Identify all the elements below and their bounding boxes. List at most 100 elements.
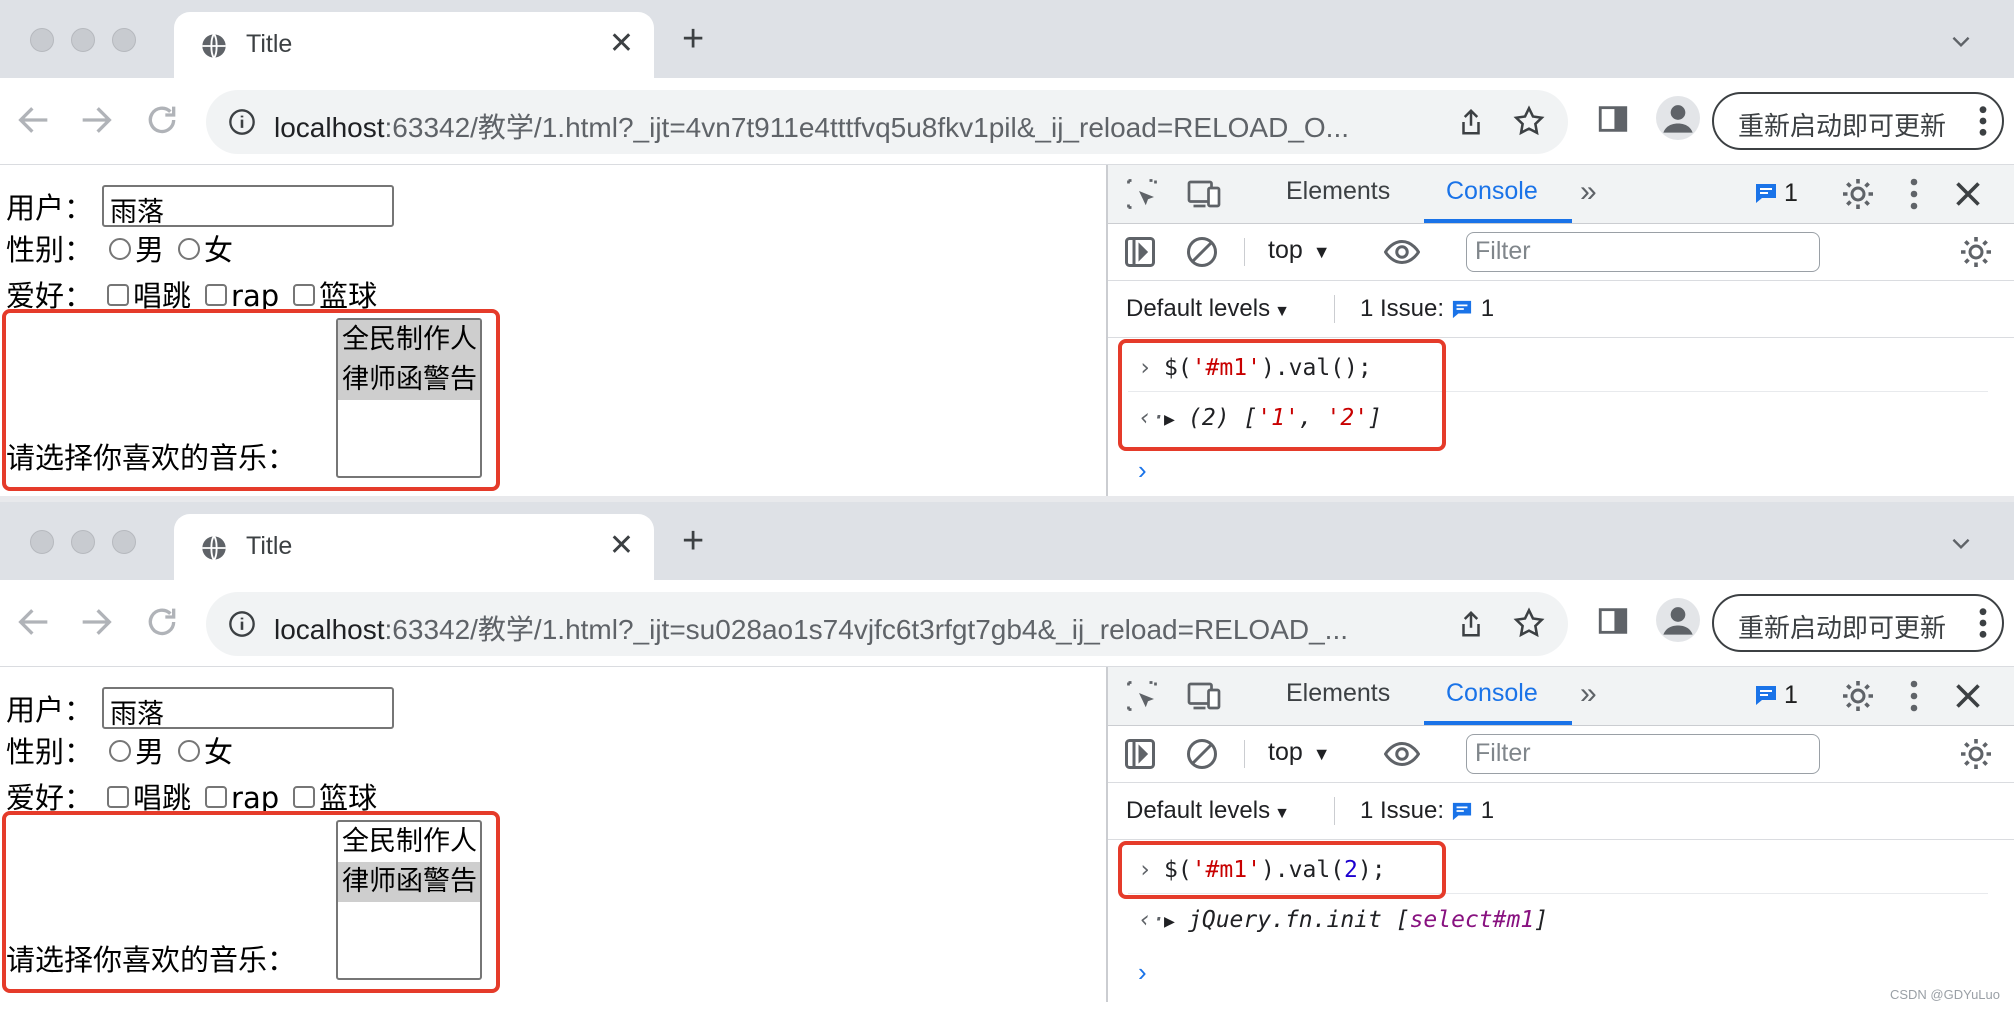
url-text[interactable]: localhost:63342/教学/1.html?_ijt=4vn7t911e… <box>274 106 1424 146</box>
gender-radio-male[interactable] <box>109 740 132 762</box>
url-text[interactable]: localhost:63342/教学/1.html?_ijt=su028ao1s… <box>274 608 1424 648</box>
address-bar[interactable]: localhost:63342/教学/1.html?_ijt=su028ao1s… <box>206 592 1568 656</box>
page-content: 用户： 雨落 性别：男女 爱好： 唱跳 rap 篮球 请选择你喜欢的音乐： 全民制作人… <box>0 165 1106 500</box>
console-settings-gear-icon[interactable] <box>1958 234 1994 270</box>
user-input[interactable]: 雨落 <box>102 185 394 228</box>
more-vert-icon[interactable] <box>1896 678 1932 714</box>
close-window-button[interactable] <box>30 530 54 554</box>
messages-badge[interactable]: 1 <box>1754 179 1798 208</box>
console-prompt-icon[interactable]: › <box>1138 455 1147 486</box>
new-tab-button[interactable]: + <box>682 522 704 560</box>
hobby-checkbox-sing[interactable] <box>107 786 130 808</box>
close-devtools-icon[interactable] <box>1950 678 1986 714</box>
filter-input[interactable]: Filter <box>1466 232 1820 272</box>
messages-badge[interactable]: 1 <box>1754 681 1798 710</box>
bookmark-star-icon[interactable] <box>1512 104 1546 138</box>
more-vert-icon[interactable] <box>1978 104 1988 138</box>
devtools-header: Elements Console » 1 <box>1108 165 2014 224</box>
maximize-window-button[interactable] <box>112 28 136 52</box>
log-levels-dropdown[interactable]: Default levels ▼ <box>1126 797 1290 825</box>
hobby-checkbox-sing[interactable] <box>107 284 130 306</box>
device-toolbar-icon[interactable] <box>1186 176 1222 212</box>
gender-radio-female[interactable] <box>178 238 201 260</box>
clear-console-icon[interactable] <box>1184 234 1220 270</box>
issues-counter[interactable]: 1 Issue: 1 <box>1360 797 1494 825</box>
toolbar-divider <box>1244 740 1245 768</box>
bookmark-star-icon[interactable] <box>1512 606 1546 640</box>
user-row: 用户： <box>6 185 93 227</box>
log-levels-dropdown[interactable]: Default levels ▼ <box>1126 295 1290 323</box>
settings-gear-icon[interactable] <box>1840 176 1876 212</box>
gender-option-label: 男 <box>135 735 165 769</box>
devtools-panel: Elements Console » 1 top ▼ Filter Default… <box>1106 165 2014 500</box>
inspect-element-icon[interactable] <box>1124 176 1160 212</box>
hobby-checkbox-rap[interactable] <box>205 786 228 808</box>
live-expression-eye-icon[interactable] <box>1384 736 1420 772</box>
update-button[interactable]: 重新启动即可更新 <box>1712 594 2004 652</box>
profile-avatar[interactable] <box>1656 96 1700 140</box>
site-info-icon[interactable] <box>228 610 256 638</box>
more-vert-icon[interactable] <box>1896 176 1932 212</box>
share-icon[interactable] <box>1456 106 1486 138</box>
settings-gear-icon[interactable] <box>1840 678 1876 714</box>
reload-icon[interactable] <box>142 100 182 140</box>
sidebar-toggle-icon[interactable] <box>1122 736 1158 772</box>
clear-console-icon[interactable] <box>1184 736 1220 772</box>
context-selector[interactable]: top ▼ <box>1268 738 1331 767</box>
more-tabs-chevron-icon[interactable]: » <box>1580 175 1597 209</box>
tab-elements[interactable]: Elements <box>1286 679 1390 708</box>
live-expression-eye-icon[interactable] <box>1384 234 1420 270</box>
minimize-window-button[interactable] <box>71 530 95 554</box>
side-panel-icon[interactable] <box>1596 102 1630 136</box>
hobby-checkbox-rap[interactable] <box>205 284 228 306</box>
hobby-option-label: rap <box>231 279 280 313</box>
console-output-line[interactable]: ‹·▶ jQuery.fn.init [select#m1] <box>1138 907 1548 933</box>
console-settings-gear-icon[interactable] <box>1958 736 1994 772</box>
tab-search-chevron-icon[interactable] <box>1948 530 1974 556</box>
gender-radio-male[interactable] <box>109 238 132 260</box>
context-selector[interactable]: top ▼ <box>1268 236 1331 265</box>
more-tabs-chevron-icon[interactable]: » <box>1580 677 1597 711</box>
close-devtools-icon[interactable] <box>1950 176 1986 212</box>
device-toolbar-icon[interactable] <box>1186 678 1222 714</box>
minimize-window-button[interactable] <box>71 28 95 52</box>
hobby-checkbox-basketball[interactable] <box>293 284 316 306</box>
close-tab-icon[interactable]: ✕ <box>609 528 634 563</box>
tab-strip: Title ✕ + <box>0 502 2014 580</box>
site-info-icon[interactable] <box>228 108 256 136</box>
share-icon[interactable] <box>1456 608 1486 640</box>
back-icon[interactable] <box>14 100 54 140</box>
back-icon[interactable] <box>14 602 54 642</box>
gender-radio-female[interactable] <box>178 740 201 762</box>
address-bar[interactable]: localhost:63342/教学/1.html?_ijt=4vn7t911e… <box>206 90 1568 154</box>
close-tab-icon[interactable]: ✕ <box>609 26 634 61</box>
issues-counter[interactable]: 1 Issue: 1 <box>1360 295 1494 323</box>
side-panel-icon[interactable] <box>1596 604 1630 638</box>
filter-input[interactable]: Filter <box>1466 734 1820 774</box>
browser-tab[interactable]: Title ✕ <box>174 514 654 580</box>
forward-icon[interactable] <box>76 100 116 140</box>
reload-icon[interactable] <box>142 602 182 642</box>
sidebar-toggle-icon[interactable] <box>1122 234 1158 270</box>
tab-console[interactable]: Console <box>1446 679 1538 708</box>
close-window-button[interactable] <box>30 28 54 52</box>
console-toolbar: top ▼ Filter <box>1108 224 2014 281</box>
profile-avatar[interactable] <box>1656 598 1700 642</box>
update-button[interactable]: 重新启动即可更新 <box>1712 92 2004 150</box>
tab-elements[interactable]: Elements <box>1286 177 1390 206</box>
hobby-checkbox-basketball[interactable] <box>293 786 316 808</box>
maximize-window-button[interactable] <box>112 530 136 554</box>
new-tab-button[interactable]: + <box>682 20 704 58</box>
console-prompt-icon[interactable]: › <box>1138 957 1147 988</box>
forward-icon[interactable] <box>76 602 116 642</box>
console-toolbar: top ▼ Filter <box>1108 726 2014 783</box>
more-vert-icon[interactable] <box>1978 606 1988 640</box>
expand-triangle-icon[interactable]: ▶ <box>1164 911 1188 932</box>
tab-search-chevron-icon[interactable] <box>1948 28 1974 54</box>
browser-toolbar: localhost:63342/教学/1.html?_ijt=4vn7t911e… <box>0 78 2014 165</box>
inspect-element-icon[interactable] <box>1124 678 1160 714</box>
issue-message-icon <box>1452 300 1471 319</box>
user-input[interactable]: 雨落 <box>102 687 394 730</box>
browser-tab[interactable]: Title ✕ <box>174 12 654 78</box>
tab-console[interactable]: Console <box>1446 177 1538 206</box>
